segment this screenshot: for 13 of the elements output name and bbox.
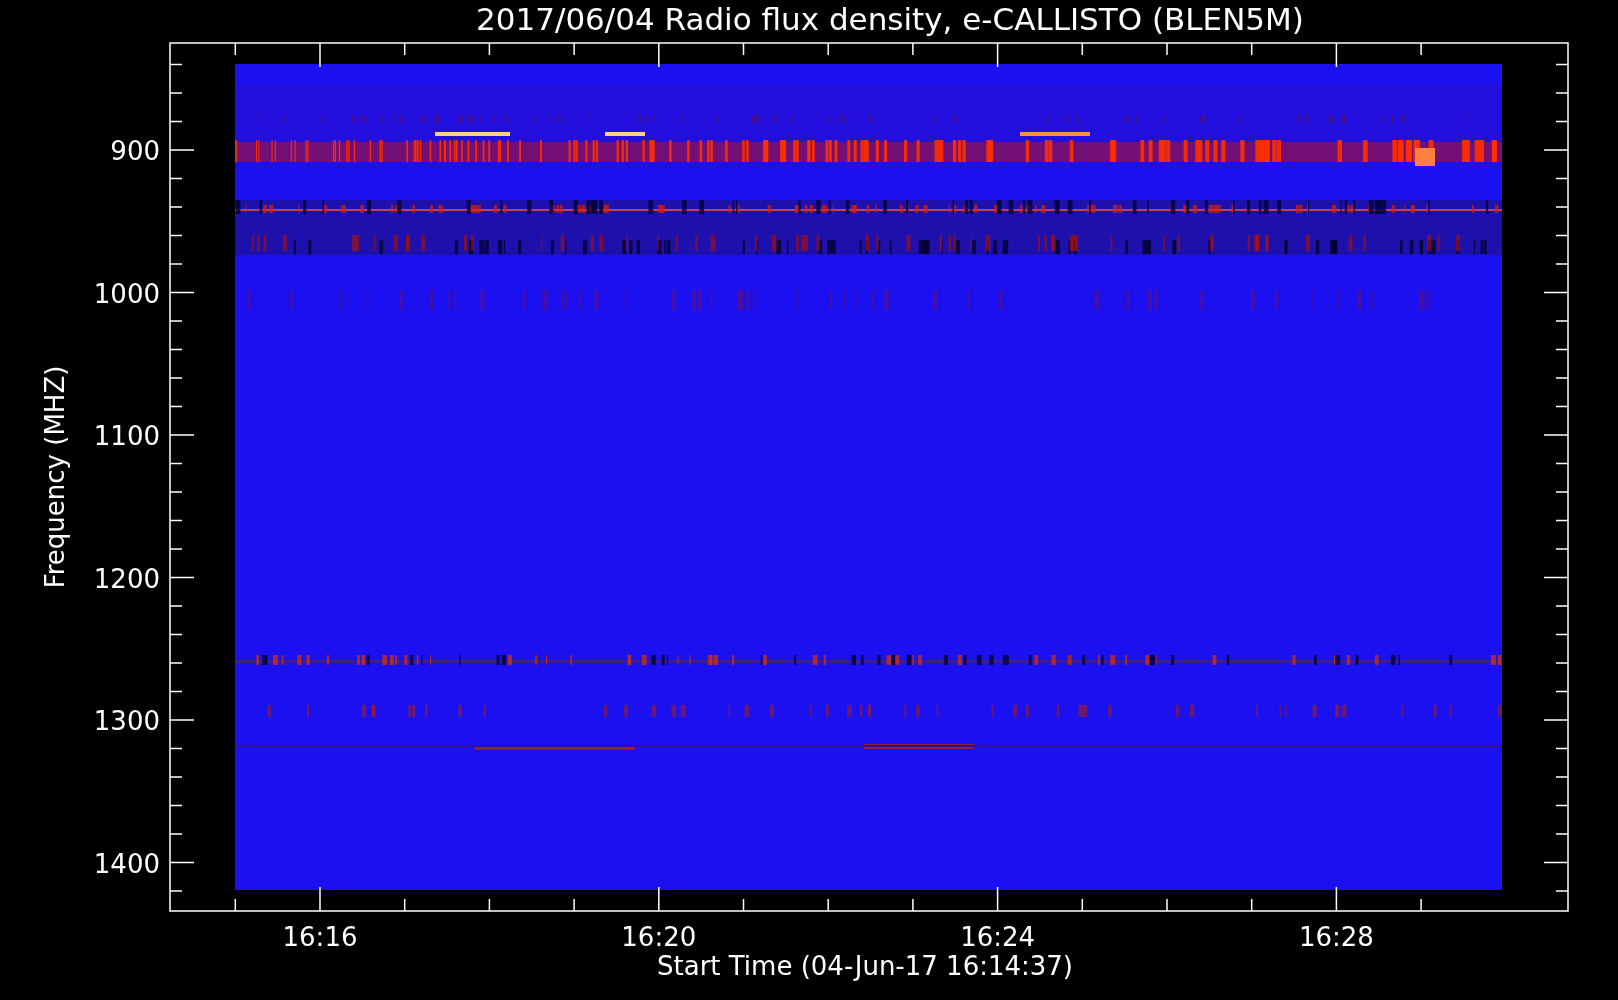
y-tick-label: 1000 (93, 278, 160, 309)
y-tick-label: 900 (110, 136, 160, 166)
x-tick-label: 16:24 (960, 922, 1036, 952)
x-tick-label: 16:20 (621, 922, 697, 952)
y-tick-label: 1200 (93, 563, 160, 594)
y-axis-label: Frequency (MHZ) (40, 365, 70, 589)
chart-title: 2017/06/04 Radio flux density, e-CALLISTO (BLEN5M) (476, 1, 1304, 37)
x-axis-label: Start Time (04-Jun-17 16:14:37) (657, 951, 1073, 981)
y-tick-label: 1100 (93, 421, 160, 451)
y-tick-label: 1400 (93, 848, 160, 879)
y-tick-label: 1300 (93, 706, 160, 736)
x-tick-label: 16:16 (282, 922, 358, 952)
x-tick-label: 16:28 (1298, 922, 1374, 952)
